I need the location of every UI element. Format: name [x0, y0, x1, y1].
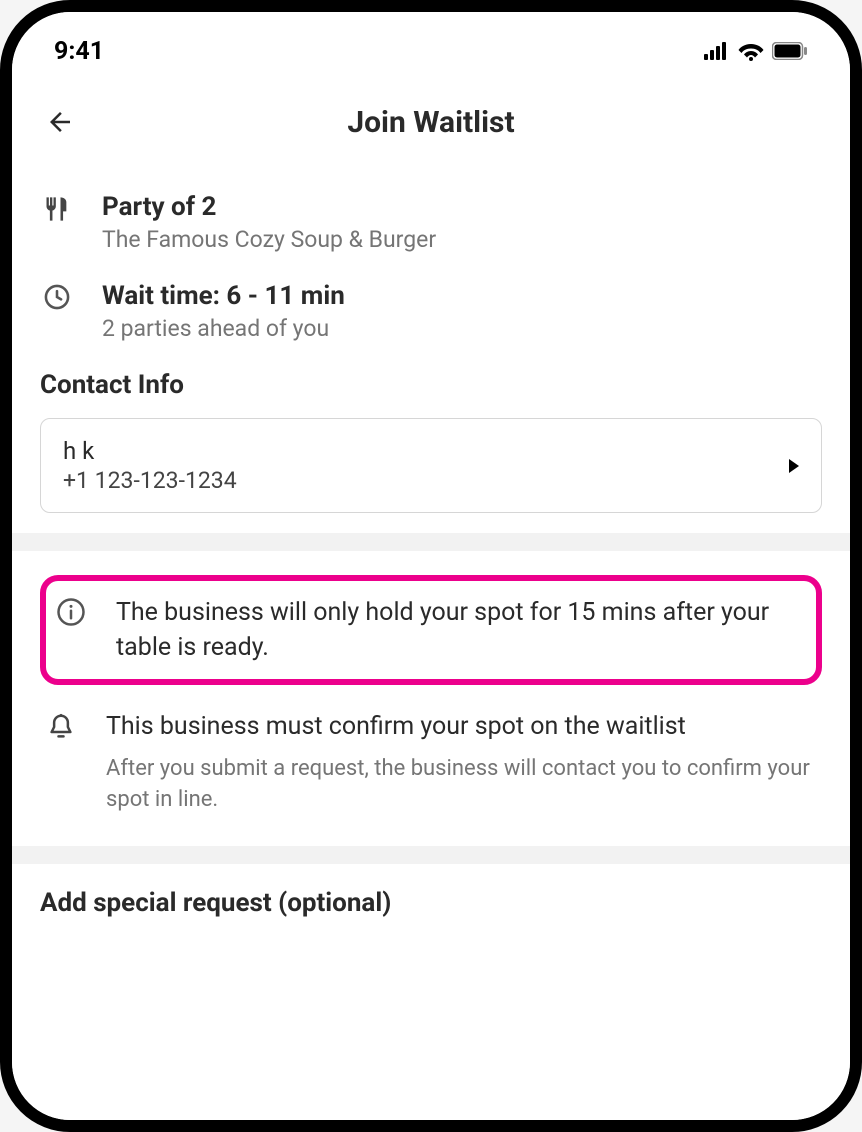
info-icon [56, 597, 86, 627]
wait-row: Wait time: 6 - 11 min 2 parties ahead of… [40, 281, 822, 342]
status-icons [704, 41, 808, 61]
hold-spot-notice: The business will only hold your spot fo… [40, 575, 822, 685]
party-row: Party of 2 The Famous Cozy Soup & Burger [40, 192, 822, 253]
page-title: Join Waitlist [12, 105, 850, 140]
confirm-detail: After you submit a request, the business… [106, 754, 818, 816]
back-button[interactable] [40, 102, 80, 142]
bell-icon [46, 711, 76, 743]
hold-spot-text: The business will only hold your spot fo… [116, 595, 808, 665]
status-bar: 9:41 [12, 12, 850, 62]
queue-position: 2 parties ahead of you [102, 315, 822, 342]
section-divider [12, 533, 850, 551]
contact-phone: +1 123-123-1234 [63, 467, 237, 494]
section-divider [12, 846, 850, 864]
confirm-notice: This business must confirm your spot on … [40, 699, 822, 826]
restaurant-icon [43, 194, 71, 224]
caret-right-icon [789, 459, 799, 473]
contact-section-title: Contact Info [40, 370, 822, 400]
clock-icon [43, 283, 71, 311]
header: Join Waitlist [12, 62, 850, 162]
party-size: Party of 2 [102, 192, 822, 222]
special-request-label[interactable]: Add special request (optional) [40, 888, 822, 918]
confirm-title: This business must confirm your spot on … [106, 709, 818, 744]
contact-card[interactable]: h k +1 123-123-1234 [40, 418, 822, 513]
wifi-icon [738, 41, 764, 61]
contact-name: h k [63, 437, 237, 465]
battery-icon [772, 42, 808, 60]
wait-time: Wait time: 6 - 11 min [102, 281, 822, 311]
restaurant-name: The Famous Cozy Soup & Burger [102, 226, 822, 253]
cellular-icon [704, 42, 730, 60]
arrow-left-icon [45, 107, 75, 137]
